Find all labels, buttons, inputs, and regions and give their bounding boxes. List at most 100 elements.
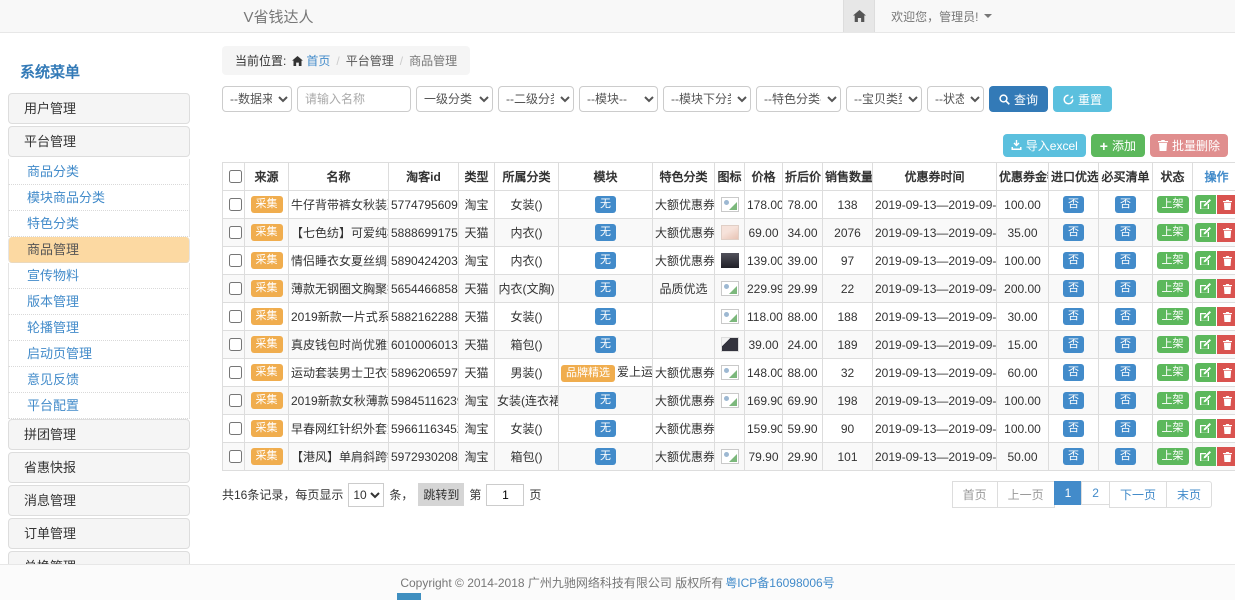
sidebar-item[interactable]: 消息管理 [8, 485, 190, 516]
module-badge[interactable]: 无 [595, 280, 616, 297]
delete-button[interactable] [1217, 279, 1235, 298]
sidebar-item[interactable]: 商品分类 [8, 159, 190, 185]
delete-button[interactable] [1217, 251, 1235, 270]
status-badge[interactable]: 上架 [1157, 196, 1189, 213]
add-button[interactable]: + 添加 [1091, 134, 1145, 157]
mustbuy-toggle-badge[interactable]: 否 [1115, 392, 1136, 409]
edit-button[interactable] [1195, 307, 1216, 326]
import-toggle-badge[interactable]: 否 [1063, 364, 1084, 381]
row-checkbox[interactable] [229, 338, 242, 351]
status-badge[interactable]: 上架 [1157, 364, 1189, 381]
edit-button[interactable] [1195, 419, 1216, 438]
status-badge[interactable]: 上架 [1157, 308, 1189, 325]
user-menu[interactable]: 欢迎您，管理员! [891, 8, 991, 25]
sidebar-item[interactable]: 兑换管理 [8, 551, 190, 564]
module-badge[interactable]: 无 [595, 420, 616, 437]
module-badge[interactable]: 无 [595, 336, 616, 353]
select-all-checkbox[interactable] [229, 170, 242, 183]
sidebar-item[interactable]: 版本管理 [8, 289, 190, 315]
row-checkbox[interactable] [229, 254, 242, 267]
import-toggle-badge[interactable]: 否 [1063, 196, 1084, 213]
feature-category-select[interactable]: --特色分类-- [756, 86, 841, 112]
sidebar-item[interactable]: 商品管理 [8, 237, 190, 263]
row-checkbox[interactable] [229, 450, 242, 463]
delete-button[interactable] [1217, 447, 1235, 466]
jump-button[interactable]: 跳转到 [418, 483, 464, 506]
edit-button[interactable] [1195, 279, 1216, 298]
mustbuy-toggle-badge[interactable]: 否 [1115, 224, 1136, 241]
page-button[interactable]: 首页 [952, 481, 998, 508]
row-checkbox[interactable] [229, 226, 242, 239]
icp-link[interactable]: 粤ICP备16098006号 [725, 574, 834, 591]
sidebar-item[interactable]: 特色分类 [8, 211, 190, 237]
status-badge[interactable]: 上架 [1157, 392, 1189, 409]
import-toggle-badge[interactable]: 否 [1063, 448, 1084, 465]
name-search-input[interactable] [297, 86, 411, 112]
import-toggle-badge[interactable]: 否 [1063, 308, 1084, 325]
status-badge[interactable]: 上架 [1157, 280, 1189, 297]
reset-button[interactable]: 重置 [1053, 86, 1112, 112]
module-badge[interactable]: 无 [595, 196, 616, 213]
sidebar-item[interactable]: 意见反馈 [8, 367, 190, 393]
import-toggle-badge[interactable]: 否 [1063, 336, 1084, 353]
status-badge[interactable]: 上架 [1157, 252, 1189, 269]
sidebar-item[interactable]: 用户管理 [8, 93, 190, 124]
level1-category-select[interactable]: 一级分类 [416, 86, 493, 112]
edit-button[interactable] [1195, 447, 1216, 466]
page-button[interactable]: 末页 [1166, 481, 1212, 508]
module-badge[interactable]: 无 [595, 448, 616, 465]
mustbuy-toggle-badge[interactable]: 否 [1115, 336, 1136, 353]
sidebar-item[interactable]: 轮播管理 [8, 315, 190, 341]
data-source-select[interactable]: --数据来源-- [222, 86, 292, 112]
import-toggle-badge[interactable]: 否 [1063, 280, 1084, 297]
edit-button[interactable] [1195, 223, 1216, 242]
row-checkbox[interactable] [229, 282, 242, 295]
row-checkbox[interactable] [229, 310, 242, 323]
delete-button[interactable] [1217, 195, 1235, 214]
page-button[interactable]: 1 [1054, 481, 1083, 505]
breadcrumb-home-link[interactable]: 首页 [292, 52, 330, 69]
delete-button[interactable] [1217, 307, 1235, 326]
status-badge[interactable]: 上架 [1157, 336, 1189, 353]
edit-button[interactable] [1195, 251, 1216, 270]
module-select[interactable]: --模块-- [579, 86, 658, 112]
item-type-select[interactable]: --宝贝类型-- [846, 86, 922, 112]
search-button[interactable]: 查询 [989, 86, 1048, 112]
status-badge[interactable]: 上架 [1157, 224, 1189, 241]
delete-button[interactable] [1217, 419, 1235, 438]
edit-button[interactable] [1195, 195, 1216, 214]
status-select[interactable]: --状态-- [927, 86, 984, 112]
module-badge[interactable]: 品牌精选 [561, 365, 615, 382]
level2-category-select[interactable]: --二级分类-- [498, 86, 574, 112]
edit-button[interactable] [1195, 335, 1216, 354]
module-badge[interactable]: 无 [595, 224, 616, 241]
import-toggle-badge[interactable]: 否 [1063, 252, 1084, 269]
module-badge[interactable]: 无 [595, 392, 616, 409]
scroll-widget[interactable] [397, 593, 421, 600]
mustbuy-toggle-badge[interactable]: 否 [1115, 364, 1136, 381]
sidebar-item[interactable]: 平台管理 [8, 126, 190, 157]
delete-button[interactable] [1217, 363, 1235, 382]
sidebar-item[interactable]: 宣传物料 [8, 263, 190, 289]
page-button[interactable]: 上一页 [997, 481, 1055, 508]
row-checkbox[interactable] [229, 394, 242, 407]
mustbuy-toggle-badge[interactable]: 否 [1115, 448, 1136, 465]
module-badge[interactable]: 无 [595, 308, 616, 325]
edit-button[interactable] [1195, 391, 1216, 410]
edit-button[interactable] [1195, 363, 1216, 382]
row-checkbox[interactable] [229, 366, 242, 379]
sidebar-item[interactable]: 模块商品分类 [8, 185, 190, 211]
sidebar-item[interactable]: 启动页管理 [8, 341, 190, 367]
sidebar-item[interactable]: 订单管理 [8, 518, 190, 549]
mustbuy-toggle-badge[interactable]: 否 [1115, 252, 1136, 269]
mustbuy-toggle-badge[interactable]: 否 [1115, 196, 1136, 213]
import-excel-button[interactable]: 导入excel [1003, 134, 1086, 157]
delete-button[interactable] [1217, 391, 1235, 410]
import-toggle-badge[interactable]: 否 [1063, 224, 1084, 241]
module-sub-select[interactable]: --模块下分类-- [663, 86, 751, 112]
delete-button[interactable] [1217, 335, 1235, 354]
page-button[interactable]: 下一页 [1109, 481, 1167, 508]
page-number-input[interactable] [486, 484, 524, 506]
sidebar-item[interactable]: 平台配置 [8, 393, 190, 419]
mustbuy-toggle-badge[interactable]: 否 [1115, 280, 1136, 297]
